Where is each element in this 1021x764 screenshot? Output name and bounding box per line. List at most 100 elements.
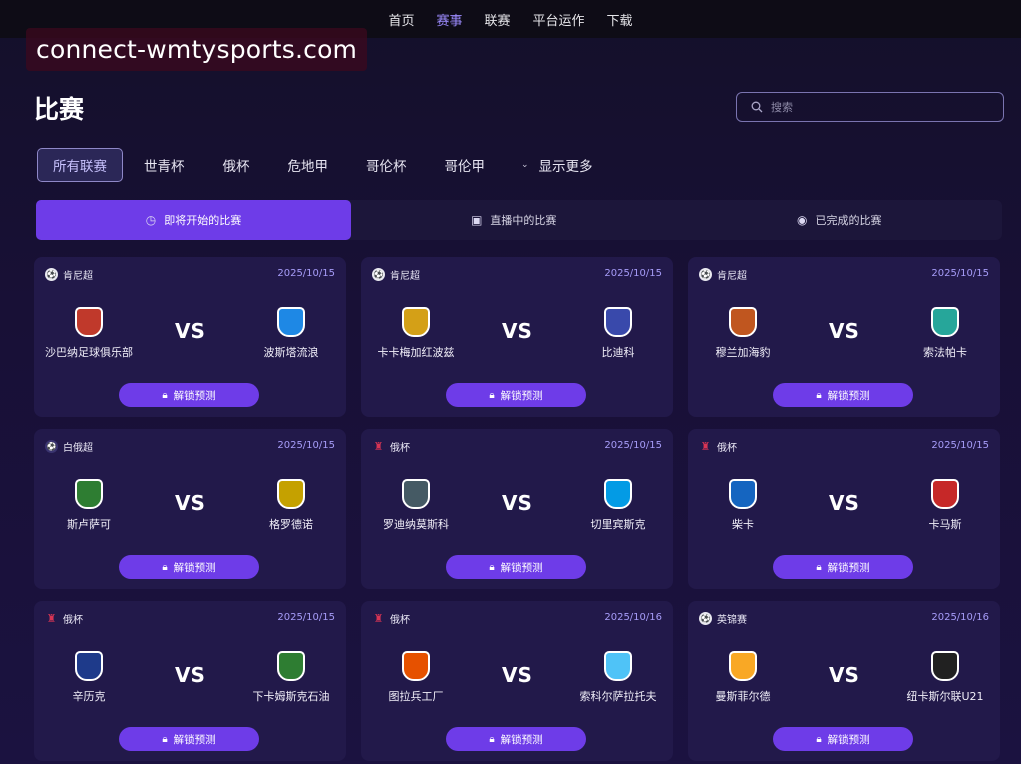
unlock-prediction-label: 解锁预测	[827, 733, 870, 746]
league-name: 俄杯	[390, 443, 410, 454]
match-card[interactable]: ⚽ 白俄超 2025/10/15 斯卢萨可 VS 格罗德诺 🔒︎ 解锁预测	[34, 429, 346, 589]
away-team[interactable]: 格罗德诺	[236, 479, 346, 532]
unlock-prediction-label: 解锁预测	[173, 389, 216, 402]
filter-guatemala-league[interactable]: 危地甲	[288, 155, 329, 175]
tab-finished[interactable]: ◉ 已完成的比赛	[677, 200, 1003, 240]
away-team[interactable]: 波斯塔流浪	[236, 307, 346, 360]
match-date: 2025/10/15	[931, 268, 989, 279]
league-name: 肯尼超	[63, 271, 93, 282]
filter-world-youth-cup[interactable]: 世青杯	[144, 155, 185, 175]
search-box[interactable]	[736, 92, 1004, 122]
check-circle-icon: ◉	[797, 213, 808, 227]
lock-icon: 🔒︎	[162, 733, 168, 745]
league-label: ⚽ 肯尼超	[372, 267, 420, 282]
nav-item-events[interactable]: 赛事	[436, 10, 462, 29]
chevron-down-icon: ⌄	[521, 160, 529, 170]
home-team-name: 辛历克	[72, 690, 106, 703]
away-team-crest-icon	[931, 479, 959, 509]
league-label: ⚽ 肯尼超	[45, 267, 93, 282]
nav-item-download[interactable]: 下载	[607, 10, 633, 29]
lock-icon: 🔒︎	[816, 561, 822, 573]
match-card[interactable]: ♜ 俄杯 2025/10/16 图拉兵工厂 VS 索科尔萨拉托夫 🔒︎ 解锁预测	[361, 601, 673, 761]
league-icon: ⚽	[699, 612, 712, 625]
match-date: 2025/10/16	[604, 612, 662, 623]
unlock-prediction-label: 解锁预测	[827, 389, 870, 402]
away-team[interactable]: 纽卡斯尔联U21	[890, 651, 1000, 704]
unlock-prediction-label: 解锁预测	[173, 733, 216, 746]
league-name: 英锦赛	[717, 615, 747, 626]
clock-icon: ◷	[145, 213, 157, 227]
nav-item-leagues[interactable]: 联赛	[484, 10, 510, 29]
away-team-name: 波斯塔流浪	[263, 346, 319, 359]
unlock-prediction-label: 解锁预测	[500, 389, 543, 402]
unlock-prediction-label: 解锁预测	[173, 561, 216, 574]
away-team-crest-icon	[277, 307, 305, 337]
match-card[interactable]: ⚽ 肯尼超 2025/10/15 穆兰加海豹 VS 索法帕卡 🔒︎ 解锁预测	[688, 257, 1000, 417]
away-team[interactable]: 比迪科	[563, 307, 673, 360]
match-date: 2025/10/15	[277, 612, 335, 623]
league-icon: ♜	[46, 612, 57, 625]
away-team-name: 卡马斯	[928, 518, 962, 531]
away-team-crest-icon	[604, 651, 632, 681]
unlock-prediction-button[interactable]: 🔒︎ 解锁预测	[446, 727, 586, 751]
unlock-prediction-button[interactable]: 🔒︎ 解锁预测	[446, 383, 586, 407]
league-name: 俄杯	[390, 615, 410, 626]
match-card[interactable]: ♜ 俄杯 2025/10/15 柴卡 VS 卡马斯 🔒︎ 解锁预测	[688, 429, 1000, 589]
league-label: ♜ 俄杯	[699, 439, 737, 454]
away-team-name: 格罗德诺	[269, 518, 313, 531]
home-team-name: 斯卢萨可	[67, 518, 111, 531]
away-team-crest-icon	[277, 479, 305, 509]
away-team[interactable]: 索科尔萨拉托夫	[563, 651, 673, 704]
match-status-tabs: ◷ 即将开始的比赛 ▣ 直播中的比赛 ◉ 已完成的比赛	[36, 200, 1002, 240]
unlock-prediction-button[interactable]: 🔒︎ 解锁预测	[773, 383, 913, 407]
show-more-button[interactable]: ⌄ 显示更多	[521, 155, 593, 175]
unlock-prediction-button[interactable]: 🔒︎ 解锁预测	[446, 555, 586, 579]
away-team-crest-icon	[604, 479, 632, 509]
nav-item-platform[interactable]: 平台运作	[533, 10, 585, 29]
league-label: ⚽ 英锦赛	[699, 611, 747, 626]
league-label: ⚽ 肯尼超	[699, 267, 747, 282]
league-icon: ♜	[373, 440, 384, 453]
league-filters: 所有联赛 世青杯 俄杯 危地甲 哥伦杯 哥伦甲 ⌄ 显示更多	[37, 148, 593, 182]
away-team-crest-icon	[931, 651, 959, 681]
nav-item-home[interactable]: 首页	[388, 10, 414, 29]
away-team[interactable]: 切里宾斯克	[563, 479, 673, 532]
tab-upcoming[interactable]: ◷ 即将开始的比赛	[36, 200, 351, 240]
filter-all-leagues[interactable]: 所有联赛	[37, 148, 123, 182]
unlock-prediction-button[interactable]: 🔒︎ 解锁预测	[119, 383, 259, 407]
home-team-name: 柴卡	[732, 518, 754, 531]
away-team-name: 索科尔萨拉托夫	[579, 690, 657, 703]
page-title: 比赛	[34, 95, 85, 124]
filter-colombia-cup[interactable]: 哥伦杯	[366, 155, 407, 175]
home-team-name: 卡卡梅加红波兹	[377, 346, 455, 359]
match-card[interactable]: ♜ 俄杯 2025/10/15 罗迪纳莫斯科 VS 切里宾斯克 🔒︎ 解锁预测	[361, 429, 673, 589]
filter-colombia-league[interactable]: 哥伦甲	[445, 155, 486, 175]
league-label: ⚽ 白俄超	[45, 439, 93, 454]
league-icon: ⚽	[699, 268, 712, 281]
away-team-name: 比迪科	[601, 346, 635, 359]
unlock-prediction-button[interactable]: 🔒︎ 解锁预测	[773, 727, 913, 751]
away-team-name: 索法帕卡	[923, 346, 967, 359]
lock-icon: 🔒︎	[162, 389, 168, 401]
match-grid: ⚽ 肯尼超 2025/10/15 沙巴纳足球俱乐部 VS 波斯塔流浪 🔒︎ 解锁…	[34, 257, 1000, 761]
league-label: ♜ 俄杯	[372, 439, 410, 454]
away-team[interactable]: 卡马斯	[890, 479, 1000, 532]
match-card[interactable]: ⚽ 英锦赛 2025/10/16 曼斯菲尔德 VS 纽卡斯尔联U21 🔒︎ 解锁…	[688, 601, 1000, 761]
unlock-prediction-button[interactable]: 🔒︎ 解锁预测	[119, 727, 259, 751]
tab-live[interactable]: ▣ 直播中的比赛	[351, 200, 677, 240]
unlock-prediction-button[interactable]: 🔒︎ 解锁预测	[119, 555, 259, 579]
match-date: 2025/10/16	[931, 612, 989, 623]
match-card[interactable]: ⚽ 肯尼超 2025/10/15 卡卡梅加红波兹 VS 比迪科 🔒︎ 解锁预测	[361, 257, 673, 417]
filter-russian-cup[interactable]: 俄杯	[223, 155, 250, 175]
unlock-prediction-button[interactable]: 🔒︎ 解锁预测	[773, 555, 913, 579]
match-date: 2025/10/15	[604, 268, 662, 279]
away-team[interactable]: 下卡姆斯克石油	[236, 651, 346, 704]
search-input[interactable]	[771, 100, 971, 114]
match-card[interactable]: ♜ 俄杯 2025/10/15 辛历克 VS 下卡姆斯克石油 🔒︎ 解锁预测	[34, 601, 346, 761]
match-card[interactable]: ⚽ 肯尼超 2025/10/15 沙巴纳足球俱乐部 VS 波斯塔流浪 🔒︎ 解锁…	[34, 257, 346, 417]
home-team-name: 沙巴纳足球俱乐部	[45, 346, 133, 359]
away-team[interactable]: 索法帕卡	[890, 307, 1000, 360]
show-more-label: 显示更多	[538, 159, 593, 175]
away-team-name: 纽卡斯尔联U21	[906, 690, 984, 703]
lock-icon: 🔒︎	[816, 389, 822, 401]
